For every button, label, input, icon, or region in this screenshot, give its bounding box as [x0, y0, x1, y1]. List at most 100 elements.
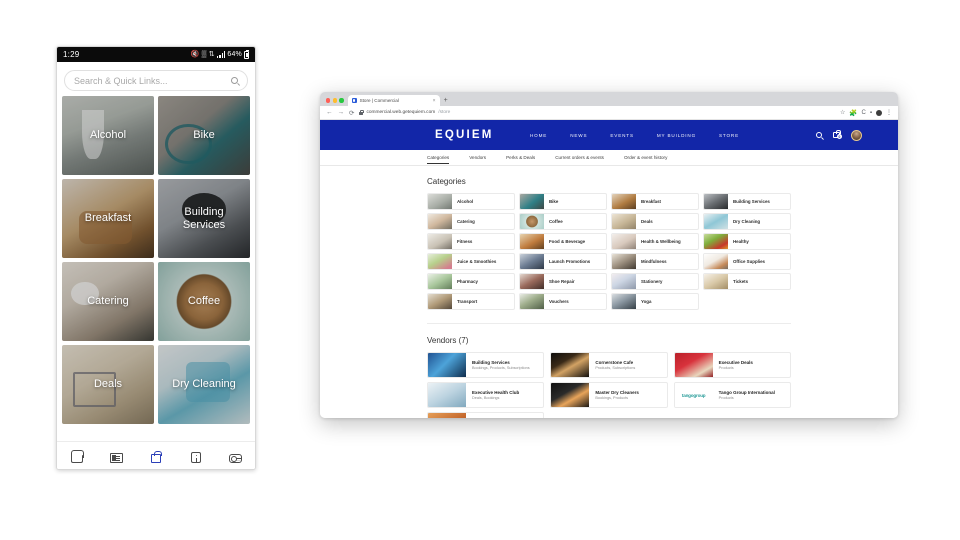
vendor-card[interactable]: Building Services Bookings, Products, Sub…: [427, 352, 545, 378]
reload-icon[interactable]: ⟳: [349, 109, 354, 117]
menu-icon[interactable]: ⋮: [886, 109, 892, 116]
subnav-item-categories[interactable]: Categories: [427, 151, 450, 165]
toolbar-right-icons: ☆ 🧩 C ▪ ⋮: [840, 109, 892, 117]
category-card[interactable]: Building Services: [703, 193, 791, 210]
category-card[interactable]: Fitness: [427, 233, 515, 250]
subnav-item-perks-deals[interactable]: Perks & Deals: [506, 151, 535, 164]
category-card[interactable]: Coffee: [519, 213, 607, 230]
tile-label: Deals: [93, 378, 123, 391]
category-card[interactable]: Stationery: [611, 273, 699, 290]
category-label: Breakfast: [641, 199, 662, 204]
category-label: Transport: [457, 299, 478, 304]
vendor-card[interactable]: Master Dry Cleaners Bookings, Products: [550, 382, 668, 408]
vendor-card[interactable]: Executive Health Club Deals, Bookings: [427, 382, 545, 408]
search-input[interactable]: Search & Quick Links...: [64, 70, 248, 91]
subnav-item-vendors[interactable]: Vendors: [469, 151, 486, 164]
category-tile[interactable]: Dry Cleaning: [158, 345, 250, 424]
address-bar[interactable]: commercial.web.getequiem.com/store: [359, 110, 835, 115]
battery-percent-label: 64%: [227, 51, 242, 58]
window-controls[interactable]: [326, 98, 344, 106]
extension-icon[interactable]: ▪: [870, 110, 872, 116]
category-card[interactable]: Deals: [611, 213, 699, 230]
category-card[interactable]: Mindfulness: [611, 253, 699, 270]
category-card[interactable]: Food & Beverage: [519, 233, 607, 250]
category-card[interactable]: Breakfast: [611, 193, 699, 210]
brand-logo[interactable]: EQUIEM: [435, 129, 494, 141]
category-card[interactable]: Pharmacy: [427, 273, 515, 290]
category-card[interactable]: Transport: [427, 293, 515, 310]
extension-c-icon[interactable]: C: [862, 110, 866, 116]
bottom-nav-news[interactable]: [97, 442, 137, 469]
category-thumbnail-shoe-repair: [520, 274, 544, 289]
screenshot-stage: 1:29 🔇 ▒ ⇅ 64% Search & Quick Links... A…: [0, 0, 960, 540]
category-label: Building Services: [733, 199, 770, 204]
battery-icon: [244, 50, 249, 59]
subnav-item-order-history[interactable]: Order & event history: [624, 151, 667, 164]
category-tile[interactable]: Alcohol: [62, 96, 154, 175]
vendor-card-partial[interactable]: [427, 412, 545, 418]
vendor-card[interactable]: Cornerstone Cafe Products, Subscriptions: [550, 352, 668, 378]
category-card[interactable]: Yoga: [611, 293, 699, 310]
puzzle-icon[interactable]: 🧩: [849, 109, 857, 117]
nav-item-events[interactable]: EVENTS: [610, 133, 633, 138]
category-tile[interactable]: Building Services: [158, 179, 250, 258]
browser-tab[interactable]: Store | Commercial ×: [347, 95, 440, 106]
category-card[interactable]: Health & Wellbeing: [611, 233, 699, 250]
bottom-nav-home[interactable]: [57, 442, 97, 469]
new-tab-button[interactable]: +: [444, 97, 448, 106]
category-card[interactable]: Launch Promotions: [519, 253, 607, 270]
close-window-button[interactable]: [326, 98, 331, 103]
nav-item-store[interactable]: STORE: [719, 133, 739, 138]
category-card[interactable]: Juice & Smoothies: [427, 253, 515, 270]
category-card[interactable]: Vouchers: [519, 293, 607, 310]
maximize-window-button[interactable]: [339, 98, 344, 103]
user-avatar[interactable]: [851, 129, 862, 141]
subnav-item-current-orders[interactable]: Current orders & events: [555, 151, 604, 164]
star-icon[interactable]: ☆: [840, 109, 845, 116]
profile-avatar[interactable]: [876, 109, 882, 116]
category-tile[interactable]: Bike: [158, 96, 250, 175]
category-label: Catering: [457, 219, 475, 224]
vendor-thumbnail-building-services: [428, 353, 466, 377]
category-thumbnail-mindfulness: [612, 254, 636, 269]
search-icon[interactable]: [231, 77, 238, 84]
browser-window: Store | Commercial × + ← → ⟳ commercial.…: [320, 92, 898, 418]
category-tile[interactable]: Deals: [62, 345, 154, 424]
category-tile[interactable]: Coffee: [158, 262, 250, 341]
category-thumbnail-vouchers: [520, 294, 544, 309]
back-icon[interactable]: ←: [326, 109, 333, 116]
cart-badge: 0: [837, 134, 842, 140]
category-card[interactable]: Shoe Repair: [519, 273, 607, 290]
minimize-window-button[interactable]: [332, 98, 337, 103]
bottom-nav-store[interactable]: [136, 442, 176, 469]
bottom-nav-access[interactable]: [215, 442, 255, 469]
nav-item-my-building[interactable]: MY BUILDING: [657, 133, 696, 138]
close-tab-icon[interactable]: ×: [433, 98, 436, 104]
cart-icon[interactable]: 0: [833, 130, 842, 140]
forward-icon[interactable]: →: [338, 109, 345, 116]
category-card[interactable]: Office Supplies: [703, 253, 791, 270]
page-viewport: EQUIEM HOME NEWS EVENTS MY BUILDING STOR…: [320, 120, 898, 418]
category-card[interactable]: Tickets: [703, 273, 791, 290]
vendor-card[interactable]: tangogroup Tango Group International Prod…: [673, 382, 791, 408]
vendor-name: Master Dry Cleaners: [595, 389, 639, 395]
nav-item-news[interactable]: NEWS: [570, 133, 587, 138]
tile-label: Breakfast: [84, 212, 132, 225]
search-icon[interactable]: [816, 132, 822, 138]
category-thumbnail-dry-cleaning: [704, 214, 728, 229]
category-tile[interactable]: Catering: [62, 262, 154, 341]
category-card[interactable]: Alcohol: [427, 193, 515, 210]
category-label: Deals: [641, 219, 653, 224]
category-tile[interactable]: Breakfast: [62, 179, 154, 258]
category-thumbnail-pharmacy: [428, 274, 452, 289]
status-bar-time: 1:29: [63, 50, 80, 59]
bottom-nav-info[interactable]: [176, 442, 216, 469]
category-card[interactable]: Bike: [519, 193, 607, 210]
category-card[interactable]: Healthy: [703, 233, 791, 250]
category-label: Alcohol: [457, 199, 474, 204]
category-card[interactable]: Dry Cleaning: [703, 213, 791, 230]
category-label: Healthy: [733, 239, 749, 244]
nav-item-home[interactable]: HOME: [530, 133, 547, 138]
category-card[interactable]: Catering: [427, 213, 515, 230]
vendor-card[interactable]: Executive Deals Products: [673, 352, 791, 378]
